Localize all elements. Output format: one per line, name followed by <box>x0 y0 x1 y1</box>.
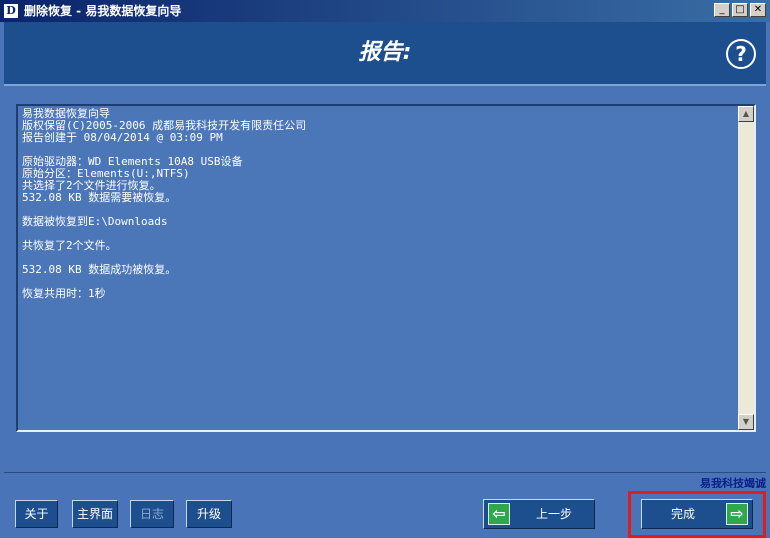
finish-button[interactable]: 完成 ⇨ <box>641 499 753 529</box>
footer-divider <box>4 472 766 473</box>
report-text: 易我数据恢复向导 版权保留(C)2005-2006 成都易我科技开发有限责任公司… <box>22 108 307 300</box>
app-icon: D <box>4 4 18 18</box>
previous-button[interactable]: ⇦ 上一步 <box>483 499 595 529</box>
vertical-scrollbar[interactable]: ▲ ▼ <box>738 106 754 430</box>
window-controls: _ □ ✕ <box>714 3 766 17</box>
maximize-button[interactable]: □ <box>732 3 748 17</box>
title-bar: D 删除恢复 - 易我数据恢复向导 _ □ ✕ <box>0 0 770 22</box>
right-arrow-icon: ⇨ <box>726 503 748 525</box>
minimize-button[interactable]: _ <box>714 3 730 17</box>
finish-button-label: 完成 <box>671 507 696 521</box>
button-bar: 关于 主界面 日志 升级 ⇦ 上一步 完成 ⇨ <box>4 488 766 538</box>
help-icon[interactable]: ? <box>726 39 756 69</box>
main-panel: 易我数据恢复向导 版权保留(C)2005-2006 成都易我科技开发有限责任公司… <box>4 86 766 472</box>
left-arrow-icon: ⇦ <box>488 503 510 525</box>
scroll-up-icon[interactable]: ▲ <box>738 106 754 122</box>
home-button[interactable]: 主界面 <box>72 500 118 528</box>
window-title: 删除恢复 - 易我数据恢复向导 <box>24 4 182 18</box>
close-button[interactable]: ✕ <box>750 3 766 17</box>
log-button[interactable]: 日志 <box>130 500 174 528</box>
previous-button-label: 上一步 <box>536 507 573 521</box>
page-title: 报告: <box>358 40 412 65</box>
page-header: 报告: ? <box>4 22 766 84</box>
report-textbox[interactable]: 易我数据恢复向导 版权保留(C)2005-2006 成都易我科技开发有限责任公司… <box>16 104 756 432</box>
about-button[interactable]: 关于 <box>15 500 58 528</box>
upgrade-button[interactable]: 升级 <box>186 500 232 528</box>
scroll-down-icon[interactable]: ▼ <box>738 414 754 430</box>
